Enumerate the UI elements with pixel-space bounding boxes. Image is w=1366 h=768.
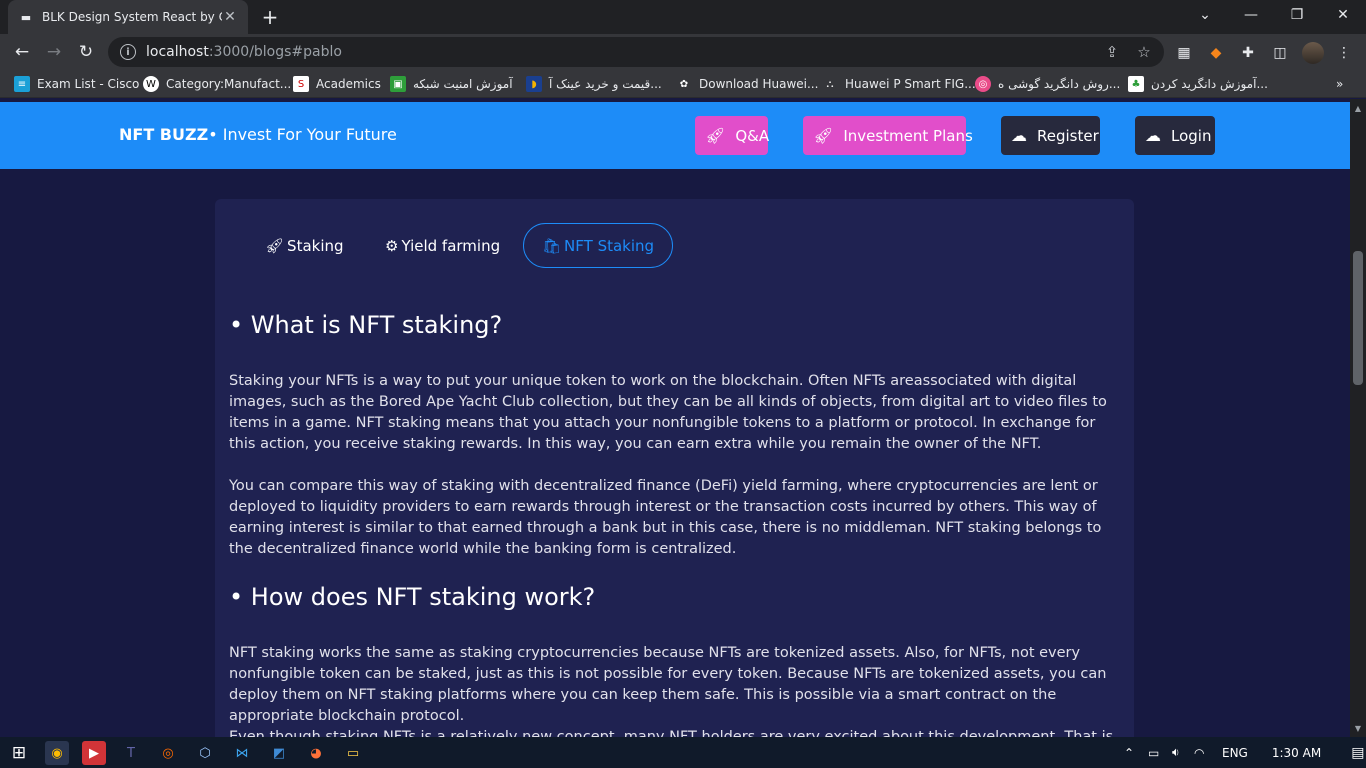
rocket-icon: 🚀︎ [265,236,285,255]
cloud-upload-icon: ☁ [1145,126,1161,145]
site-navbar: NFT BUZZ• Invest For Your Future 🚀︎ Q&A 🚀… [0,102,1350,169]
file-explorer-taskbar-icon[interactable]: ▭ [341,741,365,765]
profile-avatar[interactable] [1302,42,1324,64]
bag-icon: 🛍︎ [542,236,562,255]
paragraph: You can compare this way of staking with… [229,478,1102,557]
restore-icon[interactable]: ❐ [1274,0,1320,30]
page-scrollbar[interactable]: ▲ ▼ [1350,99,1366,737]
minimize-icon[interactable]: — [1228,0,1274,30]
browser-toolbar: ← → ↻ i localhost:3000/blogs#pablo ⇪ ☆ ▦… [0,34,1366,70]
cloud-upload-icon: ☁ [1011,126,1027,145]
tab-search-icon[interactable]: ⌄ [1182,0,1228,30]
tab-strip: ▬ BLK Design System React by Crea ✕ + ⌄ … [0,0,1366,34]
url-text[interactable]: localhost:3000/blogs#pablo [146,44,342,60]
bookmarks-overflow-icon[interactable]: » [1336,76,1343,92]
huawei-icon: ✿ [679,78,689,90]
new-tab-button[interactable]: + [258,5,282,29]
dribbble-icon: ◎ [975,76,991,92]
rocket-icon: 🚀︎ [813,126,834,145]
windows-start-icon[interactable]: ⊞ [7,741,31,765]
paragraph: NFT staking works the same as staking cr… [229,645,1107,724]
back-icon[interactable]: ← [8,39,36,65]
chevron-up-icon[interactable]: ⌃ [1124,746,1140,760]
qr-extension-icon[interactable]: ▦ [1174,43,1194,63]
forward-icon[interactable]: → [40,39,68,65]
chrome-taskbar-icon[interactable]: ◉ [45,741,69,765]
bookmark-item[interactable]: S Academics [293,76,381,92]
bookmark-item[interactable]: W Category:Manufact... [143,76,291,92]
rocket-icon: 🚀︎ [705,126,726,145]
bookmark-item[interactable]: ✿ Download Huawei... [676,76,819,92]
bookmark-item[interactable]: ≡ Exam List - Cisco [14,76,139,92]
bookmark-item[interactable]: ◎ روش دانگرید گوشی ه... [975,76,1120,92]
mask-favicon-icon: ▬ [20,10,32,24]
scroll-thumb[interactable] [1353,251,1363,385]
close-tab-icon[interactable]: ✕ [222,9,238,25]
battery-icon[interactable]: ▭ [1148,746,1172,760]
address-bar[interactable]: i localhost:3000/blogs#pablo ⇪ ☆ [108,37,1164,67]
tab-title: BLK Design System React by Crea [42,10,222,24]
wikipedia-icon: W [143,76,159,92]
register-button[interactable]: ☁ Register [1001,116,1100,155]
bookmark-star-icon[interactable]: ☆ [1130,37,1158,67]
reload-icon[interactable]: ↻ [72,39,100,65]
scroll-up-icon[interactable]: ▲ [1350,101,1366,115]
vscode-taskbar-icon[interactable]: ⋈ [230,741,254,765]
bookmark-item[interactable]: ◗ قیمت و خرید عینک آ... [526,76,662,92]
ubuntu-taskbar-icon[interactable]: ◎ [156,741,180,765]
clock[interactable]: 1:30 AM [1272,746,1321,760]
bookmark-icon: ⛬ [826,78,834,90]
investment-plans-button[interactable]: 🚀︎ Investment Plans [803,116,973,155]
tab-yield-farming[interactable]: ⚙ Yield farming [367,223,518,268]
system-tray: ⌃ ▭ 🔉︎ ◠ ENG 1:30 AM ▤ [1124,737,1364,768]
side-panel-icon[interactable]: ◫ [1270,43,1290,63]
language-indicator[interactable]: ENG [1222,746,1248,760]
network-app-taskbar-icon[interactable]: ◩ [267,741,291,765]
green-logo-icon: ▣ [390,76,406,92]
web-page: NFT BUZZ• Invest For Your Future 🚀︎ Q&A 🚀… [0,99,1350,737]
bookmarks-bar: ≡ Exam List - Cisco W Category:Manufact...… [0,70,1366,98]
site-info-icon[interactable]: i [120,44,136,60]
login-button[interactable]: ☁ Login [1135,116,1215,155]
recorder-taskbar-icon[interactable]: ▶ [82,741,106,765]
bookmark-item[interactable]: ♣ آموزش دانگرید کردن... [1128,76,1268,92]
extensions-puzzle-icon[interactable]: ✚ [1238,43,1258,63]
metamask-extension-icon[interactable]: ◆ [1206,43,1226,63]
cube-taskbar-icon[interactable]: ⬡ [193,741,217,765]
gear-icon: ⚙ [385,236,399,255]
paragraph: Even though staking NFTs is a relatively… [229,729,1114,737]
section-heading: • What is NFT staking? [229,311,503,339]
wifi-icon[interactable]: ◠ [1194,746,1216,760]
s-logo-icon: S [293,76,309,92]
menu-kebab-icon[interactable]: ⋮ [1334,43,1354,63]
site-brand[interactable]: NFT BUZZ• Invest For Your Future [119,125,397,144]
cisco-icon: ≡ [14,76,30,92]
browser-tab[interactable]: ▬ BLK Design System React by Crea ✕ [8,0,248,34]
close-window-icon[interactable]: ✕ [1320,0,1366,30]
glasses-icon: ◗ [526,76,542,92]
tab-staking[interactable]: 🚀︎ Staking [247,223,362,268]
volume-icon[interactable]: 🔉︎ [1172,745,1194,760]
tab-nft-staking[interactable]: 🛍︎ NFT Staking [523,223,674,268]
paragraph: Staking your NFTs is a way to put your u… [229,373,1107,452]
page-icon: ♣ [1128,76,1144,92]
bookmark-item[interactable]: ⛬ Huawei P Smart FIG... [822,76,976,92]
teams-taskbar-icon[interactable]: T [119,741,143,765]
section-heading: • How does NFT staking work? [229,583,596,611]
content-card: 🚀︎ Staking ⚙ Yield farming 🛍︎ NFT Staking •… [215,199,1134,737]
qa-button[interactable]: 🚀︎ Q&A [695,116,769,155]
share-icon[interactable]: ⇪ [1098,37,1126,67]
firefox-taskbar-icon[interactable]: ◕ [304,741,328,765]
bookmark-item[interactable]: ▣ آموزش امنیت شبکه [390,76,513,92]
scroll-down-icon[interactable]: ▼ [1350,721,1366,735]
notifications-icon[interactable]: ▤ [1351,745,1364,761]
windows-taskbar: ⊞ ◉ ▶ T ◎ ⬡ ⋈ ◩ ◕ ▭ ⌃ ▭ 🔉︎ ◠ ENG 1:30 AM… [0,737,1366,768]
